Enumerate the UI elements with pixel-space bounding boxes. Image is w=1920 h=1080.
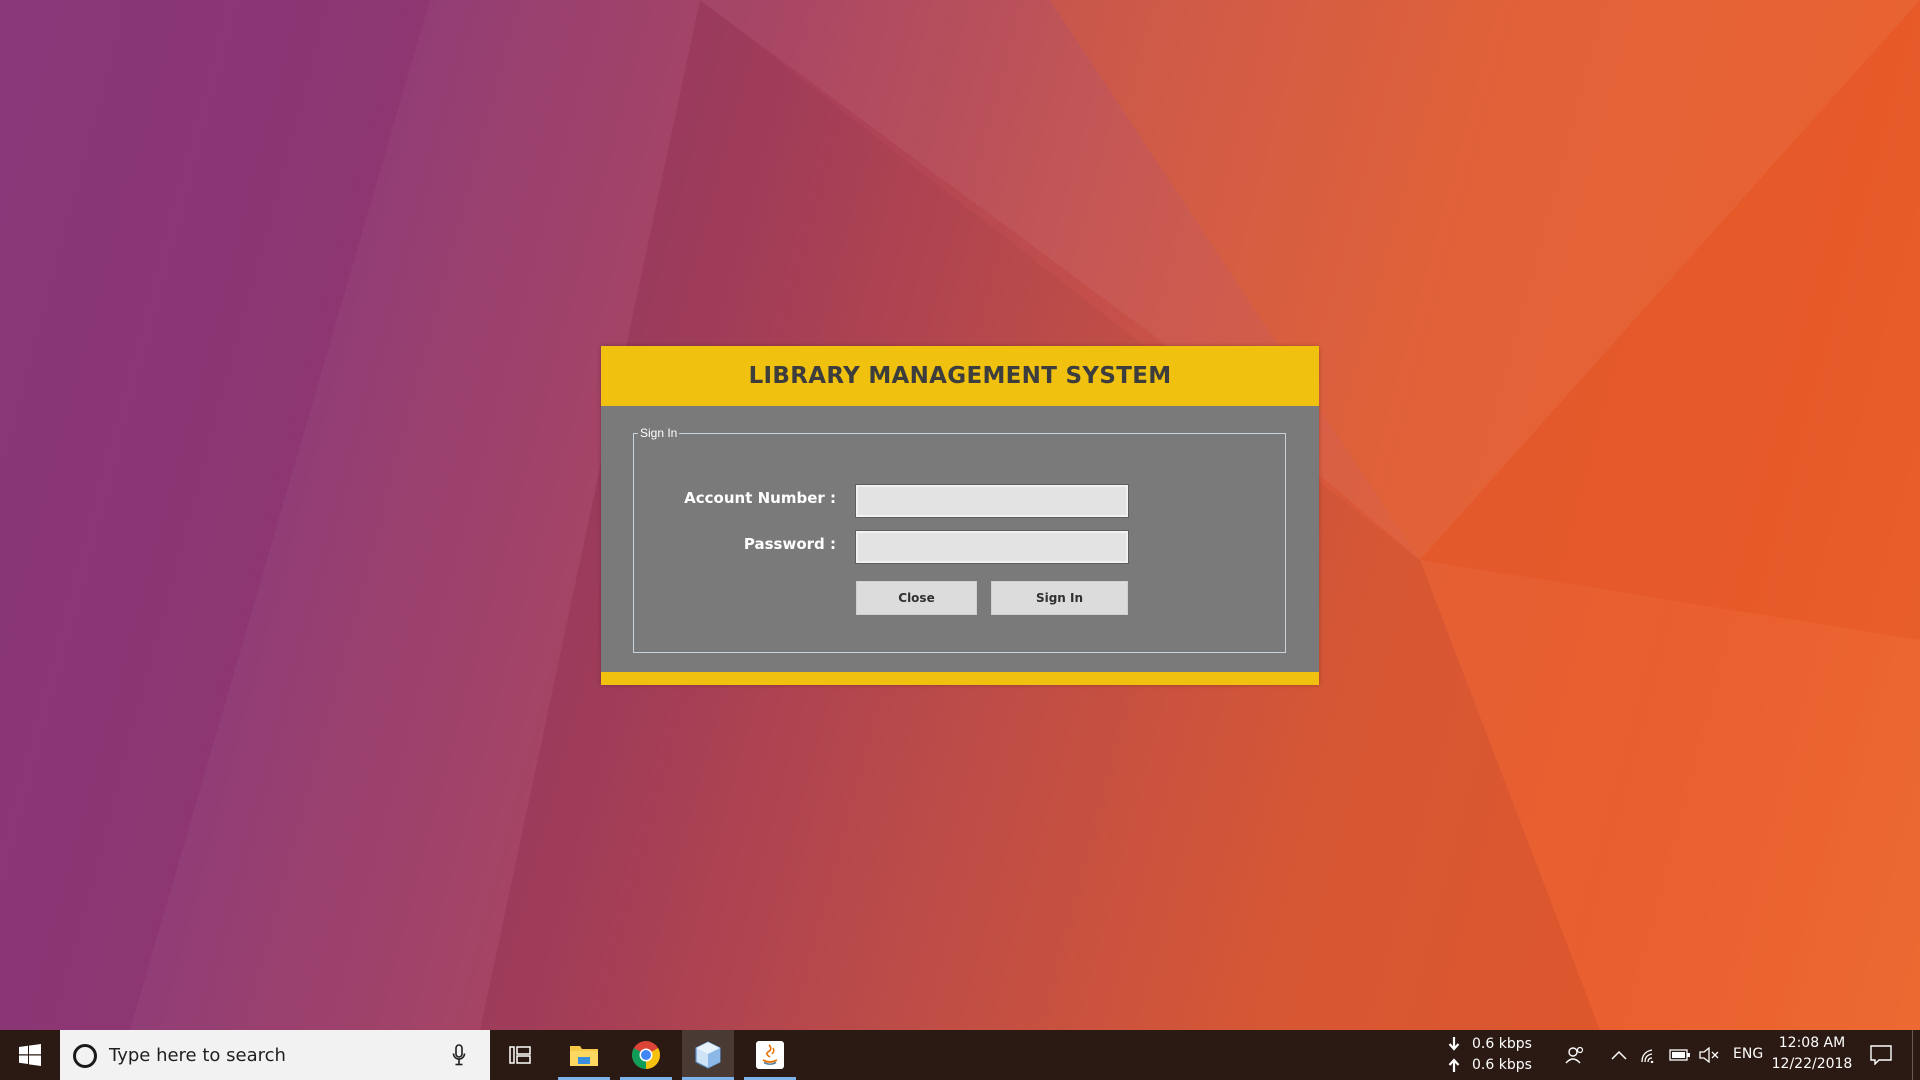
account-number-label: Account Number :: [684, 489, 836, 507]
chrome-icon: [632, 1041, 660, 1069]
cortana-icon: [73, 1044, 97, 1068]
account-number-field[interactable]: [855, 484, 1129, 518]
clock-time: 12:08 AM: [1778, 1035, 1846, 1051]
download-arrow-icon: [1448, 1036, 1460, 1051]
battery-icon: [1669, 1049, 1690, 1061]
task-view-icon: [509, 1046, 531, 1064]
action-center-button[interactable]: [1866, 1030, 1896, 1080]
wifi-icon: [1641, 1049, 1654, 1063]
java-app-button[interactable]: [744, 1030, 796, 1080]
close-button[interactable]: Close: [856, 581, 977, 615]
password-label: Password :: [743, 535, 836, 553]
download-speed: 0.6 kbps: [1472, 1035, 1532, 1052]
notification-icon: [1870, 1045, 1892, 1065]
clock[interactable]: 12:08 AM 12/22/2018: [1768, 1033, 1856, 1075]
login-footer-bar: [601, 672, 1319, 685]
network-speed-meter: 0.6 kbps 0.6 kbps: [1448, 1033, 1538, 1077]
file-explorer-button[interactable]: [558, 1030, 610, 1080]
show-desktop-button[interactable]: [1912, 1030, 1913, 1080]
windows-logo-icon: [19, 1044, 41, 1066]
java-icon: [756, 1041, 784, 1069]
start-button[interactable]: [0, 1030, 60, 1080]
microphone-icon[interactable]: [452, 1044, 466, 1066]
search-box[interactable]: Type here to search: [60, 1030, 490, 1080]
chevron-up-icon: [1611, 1050, 1627, 1060]
virtualbox-icon: [695, 1041, 721, 1069]
sign-in-button[interactable]: Sign In: [991, 581, 1128, 615]
people-button[interactable]: [1562, 1030, 1588, 1080]
volume-button[interactable]: [1697, 1030, 1721, 1080]
battery-button[interactable]: [1668, 1030, 1692, 1080]
file-explorer-icon: [570, 1046, 598, 1066]
upload-speed: 0.6 kbps: [1472, 1056, 1532, 1073]
signin-group-title: Sign In: [638, 426, 680, 440]
show-hidden-icons-button[interactable]: [1608, 1030, 1630, 1080]
virtualbox-button[interactable]: [682, 1030, 734, 1080]
desktop-wallpaper: LIBRARY MANAGEMENT SYSTEM Sign In Accoun…: [0, 0, 1920, 1030]
network-button[interactable]: [1638, 1030, 1662, 1080]
people-icon: [1565, 1046, 1584, 1064]
signin-group: Sign In Account Number : Password : Clos…: [633, 426, 1286, 653]
chrome-button[interactable]: [620, 1030, 672, 1080]
password-field[interactable]: [855, 530, 1129, 564]
taskbar: Type here to search 0.6 kbps 0.6 kbps EN…: [0, 1030, 1920, 1080]
app-title: LIBRARY MANAGEMENT SYSTEM: [748, 363, 1172, 389]
login-window: LIBRARY MANAGEMENT SYSTEM Sign In Accoun…: [601, 346, 1319, 685]
task-view-button[interactable]: [494, 1030, 546, 1080]
volume-muted-icon: [1699, 1047, 1719, 1063]
login-header: LIBRARY MANAGEMENT SYSTEM: [601, 346, 1319, 406]
clock-date: 12/22/2018: [1771, 1056, 1853, 1072]
upload-arrow-icon: [1448, 1057, 1460, 1072]
language-indicator[interactable]: ENG: [1733, 1046, 1763, 1062]
search-placeholder: Type here to search: [109, 1045, 286, 1066]
